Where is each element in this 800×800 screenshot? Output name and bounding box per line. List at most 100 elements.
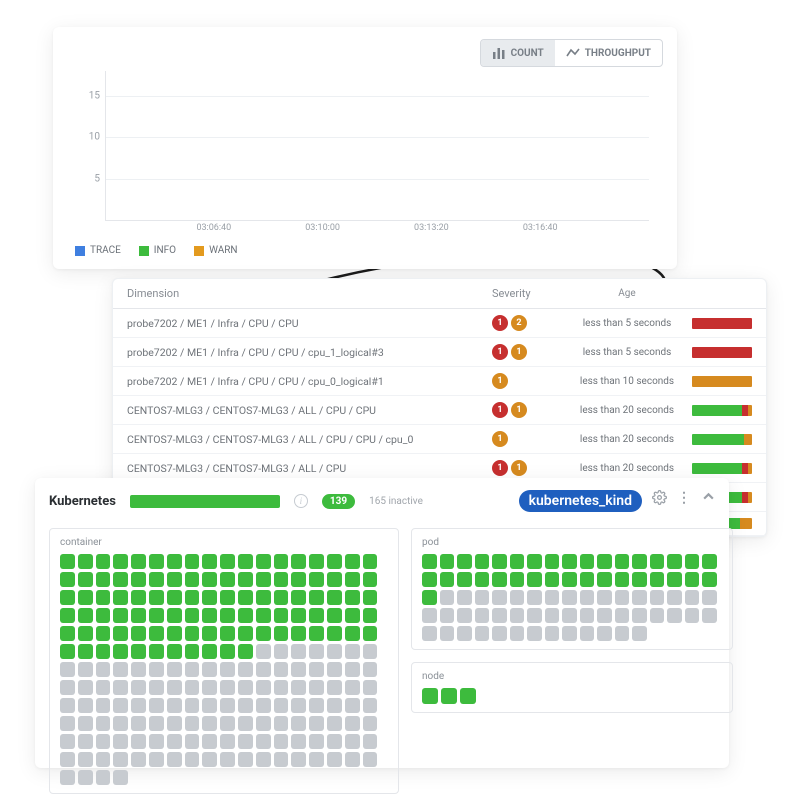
status-cell[interactable] — [78, 626, 93, 641]
status-cell[interactable] — [562, 590, 577, 605]
status-cell[interactable] — [256, 572, 271, 587]
status-cell[interactable] — [238, 680, 253, 695]
status-cell[interactable] — [685, 572, 700, 587]
status-cell[interactable] — [345, 662, 360, 677]
status-cell[interactable] — [363, 734, 378, 749]
status-cell[interactable] — [220, 626, 235, 641]
status-cell[interactable] — [238, 698, 253, 713]
status-cell[interactable] — [167, 626, 182, 641]
status-cell[interactable] — [422, 554, 437, 569]
status-cell[interactable] — [185, 680, 200, 695]
status-cell[interactable] — [149, 662, 164, 677]
status-cell[interactable] — [185, 734, 200, 749]
status-cell[interactable] — [185, 626, 200, 641]
status-cell[interactable] — [238, 626, 253, 641]
status-cell[interactable] — [291, 698, 306, 713]
status-cell[interactable] — [562, 608, 577, 623]
status-cell[interactable] — [96, 734, 111, 749]
status-cell[interactable] — [422, 688, 438, 704]
status-cell[interactable] — [475, 590, 490, 605]
status-cell[interactable] — [327, 662, 342, 677]
status-cell[interactable] — [202, 752, 217, 767]
status-cell[interactable] — [202, 680, 217, 695]
active-count-pill[interactable]: 139 — [322, 494, 355, 509]
status-cell[interactable] — [256, 680, 271, 695]
status-cell[interactable] — [545, 626, 560, 641]
status-cell[interactable] — [202, 590, 217, 605]
status-cell[interactable] — [185, 554, 200, 569]
status-cell[interactable] — [475, 608, 490, 623]
status-cell[interactable] — [60, 554, 75, 569]
status-cell[interactable] — [96, 608, 111, 623]
status-cell[interactable] — [440, 572, 455, 587]
status-cell[interactable] — [149, 716, 164, 731]
status-cell[interactable] — [96, 680, 111, 695]
status-cell[interactable] — [274, 698, 289, 713]
status-cell[interactable] — [363, 572, 378, 587]
status-cell[interactable] — [345, 752, 360, 767]
status-cell[interactable] — [78, 644, 93, 659]
status-cell[interactable] — [220, 644, 235, 659]
status-cell[interactable] — [562, 626, 577, 641]
alert-row[interactable]: probe7202 / ME1 / Infra / CPU / CPU / cp… — [113, 367, 766, 396]
status-cell[interactable] — [309, 680, 324, 695]
status-cell[interactable] — [327, 554, 342, 569]
status-cell[interactable] — [131, 734, 146, 749]
status-cell[interactable] — [545, 554, 560, 569]
status-cell[interactable] — [149, 590, 164, 605]
status-cell[interactable] — [131, 626, 146, 641]
status-cell[interactable] — [615, 590, 630, 605]
status-cell[interactable] — [327, 734, 342, 749]
status-cell[interactable] — [131, 590, 146, 605]
status-cell[interactable] — [327, 644, 342, 659]
status-cell[interactable] — [113, 572, 128, 587]
status-cell[interactable] — [632, 554, 647, 569]
status-cell[interactable] — [220, 662, 235, 677]
status-cell[interactable] — [702, 554, 717, 569]
status-cell[interactable] — [363, 698, 378, 713]
status-cell[interactable] — [597, 590, 612, 605]
status-cell[interactable] — [309, 734, 324, 749]
status-cell[interactable] — [441, 688, 457, 704]
status-cell[interactable] — [96, 590, 111, 605]
status-cell[interactable] — [238, 572, 253, 587]
status-cell[interactable] — [60, 752, 75, 767]
status-cell[interactable] — [113, 770, 128, 785]
status-cell[interactable] — [78, 590, 93, 605]
status-cell[interactable] — [510, 626, 525, 641]
status-cell[interactable] — [597, 554, 612, 569]
status-cell[interactable] — [460, 688, 476, 704]
status-cell[interactable] — [650, 572, 665, 587]
status-cell[interactable] — [256, 554, 271, 569]
status-cell[interactable] — [475, 554, 490, 569]
status-cell[interactable] — [167, 752, 182, 767]
status-cell[interactable] — [309, 752, 324, 767]
status-cell[interactable] — [60, 590, 75, 605]
status-cell[interactable] — [309, 698, 324, 713]
alert-row[interactable]: probe7202 / ME1 / Infra / CPU / CPU / cp… — [113, 338, 766, 367]
status-cell[interactable] — [667, 608, 682, 623]
status-cell[interactable] — [650, 590, 665, 605]
status-cell[interactable] — [256, 698, 271, 713]
status-cell[interactable] — [492, 608, 507, 623]
status-cell[interactable] — [440, 626, 455, 641]
status-cell[interactable] — [345, 734, 360, 749]
status-cell[interactable] — [131, 608, 146, 623]
status-cell[interactable] — [363, 716, 378, 731]
status-cell[interactable] — [60, 680, 75, 695]
status-cell[interactable] — [685, 554, 700, 569]
status-cell[interactable] — [615, 554, 630, 569]
status-cell[interactable] — [202, 608, 217, 623]
status-cell[interactable] — [274, 662, 289, 677]
status-cell[interactable] — [345, 680, 360, 695]
status-cell[interactable] — [202, 554, 217, 569]
status-cell[interactable] — [345, 590, 360, 605]
status-cell[interactable] — [545, 572, 560, 587]
status-cell[interactable] — [457, 608, 472, 623]
status-cell[interactable] — [202, 626, 217, 641]
status-cell[interactable] — [149, 572, 164, 587]
status-cell[interactable] — [291, 554, 306, 569]
status-cell[interactable] — [527, 572, 542, 587]
status-cell[interactable] — [256, 752, 271, 767]
status-cell[interactable] — [238, 752, 253, 767]
